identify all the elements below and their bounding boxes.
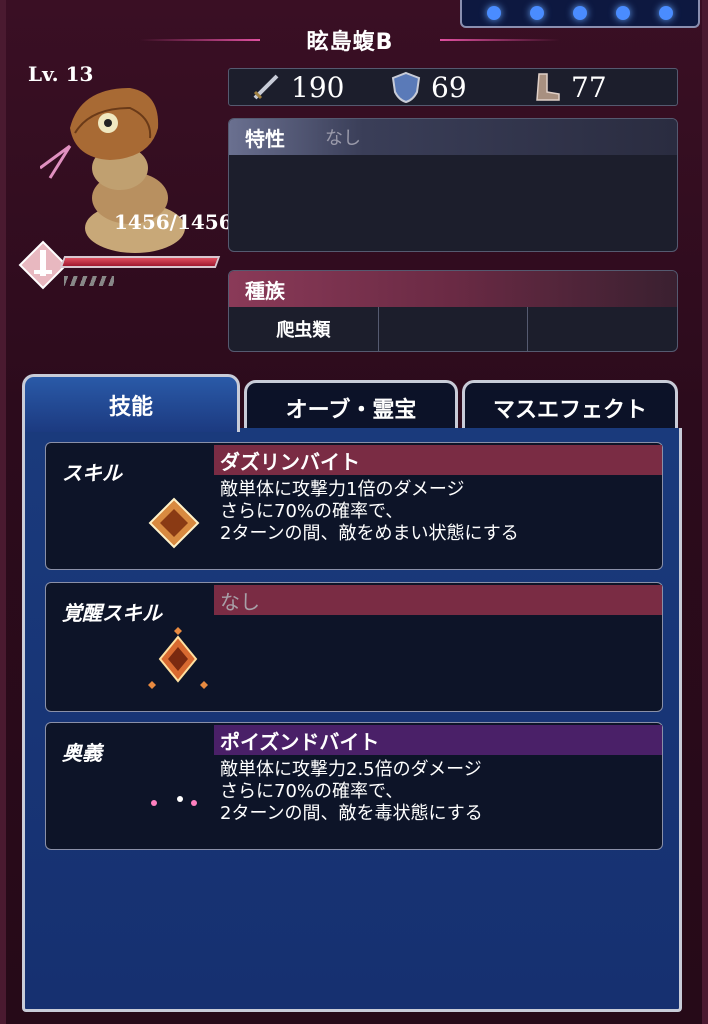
skill-kind-label: 覚醒スキル [62,601,162,625]
title-decor-left [140,39,260,41]
title-decor-right [440,39,560,41]
orb-dot-icon [616,6,631,20]
sword-icon [253,74,279,100]
tab-orb-relic[interactable]: オーブ・霊宝 [244,380,458,432]
race-cell: 爬虫類 [229,307,379,351]
shield-icon [391,71,421,104]
skills-content: スキル ダズリンバイト 敵単体に攻撃力1倍のダメージ さらに70%の確率で、 2… [22,428,682,1012]
attack-value: 190 [291,70,345,104]
title-bar: 眩島蝮B [140,22,560,58]
defense-value: 69 [431,70,467,104]
hp-bar-fill [62,258,218,266]
race-label: 種族 [245,278,285,303]
hp-value: 1456/1456 [114,210,233,234]
rainbow-moon-icon [151,783,197,823]
skill-name: ポイズンドバイト [214,725,662,755]
orb-dot-icon [572,6,587,20]
speed-value: 77 [571,70,607,104]
orb-dot-icon [529,6,544,20]
tab-mass-effect[interactable]: マスエフェクト [462,380,678,432]
speed-stat: 77 [529,70,649,104]
tab-skills[interactable]: 技能 [22,374,240,432]
tab-bar: 技能 オーブ・霊宝 マスエフェクト [22,374,682,432]
ougi-card[interactable]: 奥義 ポイズンドバイト 敵単体に攻撃力2.5倍のダメージ さらに70%の確率で、… [45,722,663,850]
hp-bar [59,256,221,268]
orb-dot-icon [659,6,674,20]
skill-description: 敵単体に攻撃力2.5倍のダメージ さらに70%の確率で、 2ターンの間、敵を毒状… [220,759,483,824]
skill-name: ダズリンバイト [214,445,662,475]
orb-dot-icon [486,6,501,20]
skill-card[interactable]: スキル ダズリンバイト 敵単体に攻撃力1倍のダメージ さらに70%の確率で、 2… [45,442,663,570]
race-panel: 種族 爬虫類 [228,270,678,352]
amber-crystal-icon [148,497,200,549]
attack-stat: 190 [249,70,369,104]
enemy-name: 眩島蝮B [306,30,394,55]
race-cells: 爬虫類 [229,307,677,351]
traits-label: 特性 [245,126,285,151]
skill-name: なし [214,585,662,615]
race-cell [379,307,529,351]
skill-kind-label: スキル [62,461,122,485]
stats-row: 190 69 77 [228,68,678,106]
gauge-stripes [64,276,114,286]
skill-kind-label: 奥義 [62,741,102,765]
race-header: 種族 [229,271,677,307]
skill-description: 敵単体に攻撃力1倍のダメージ さらに70%の確率で、 2ターンの間、敵をめまい状… [220,479,519,544]
traits-header: 特性 なし [229,119,677,155]
boot-icon [536,73,560,101]
traits-panel: 特性 なし [228,118,678,252]
awakened-skill-card[interactable]: 覚醒スキル なし [45,582,663,712]
traits-value: なし [325,128,361,149]
awakened-crystal-icon [148,627,208,689]
defense-stat: 69 [389,70,509,104]
race-cell [528,307,677,351]
